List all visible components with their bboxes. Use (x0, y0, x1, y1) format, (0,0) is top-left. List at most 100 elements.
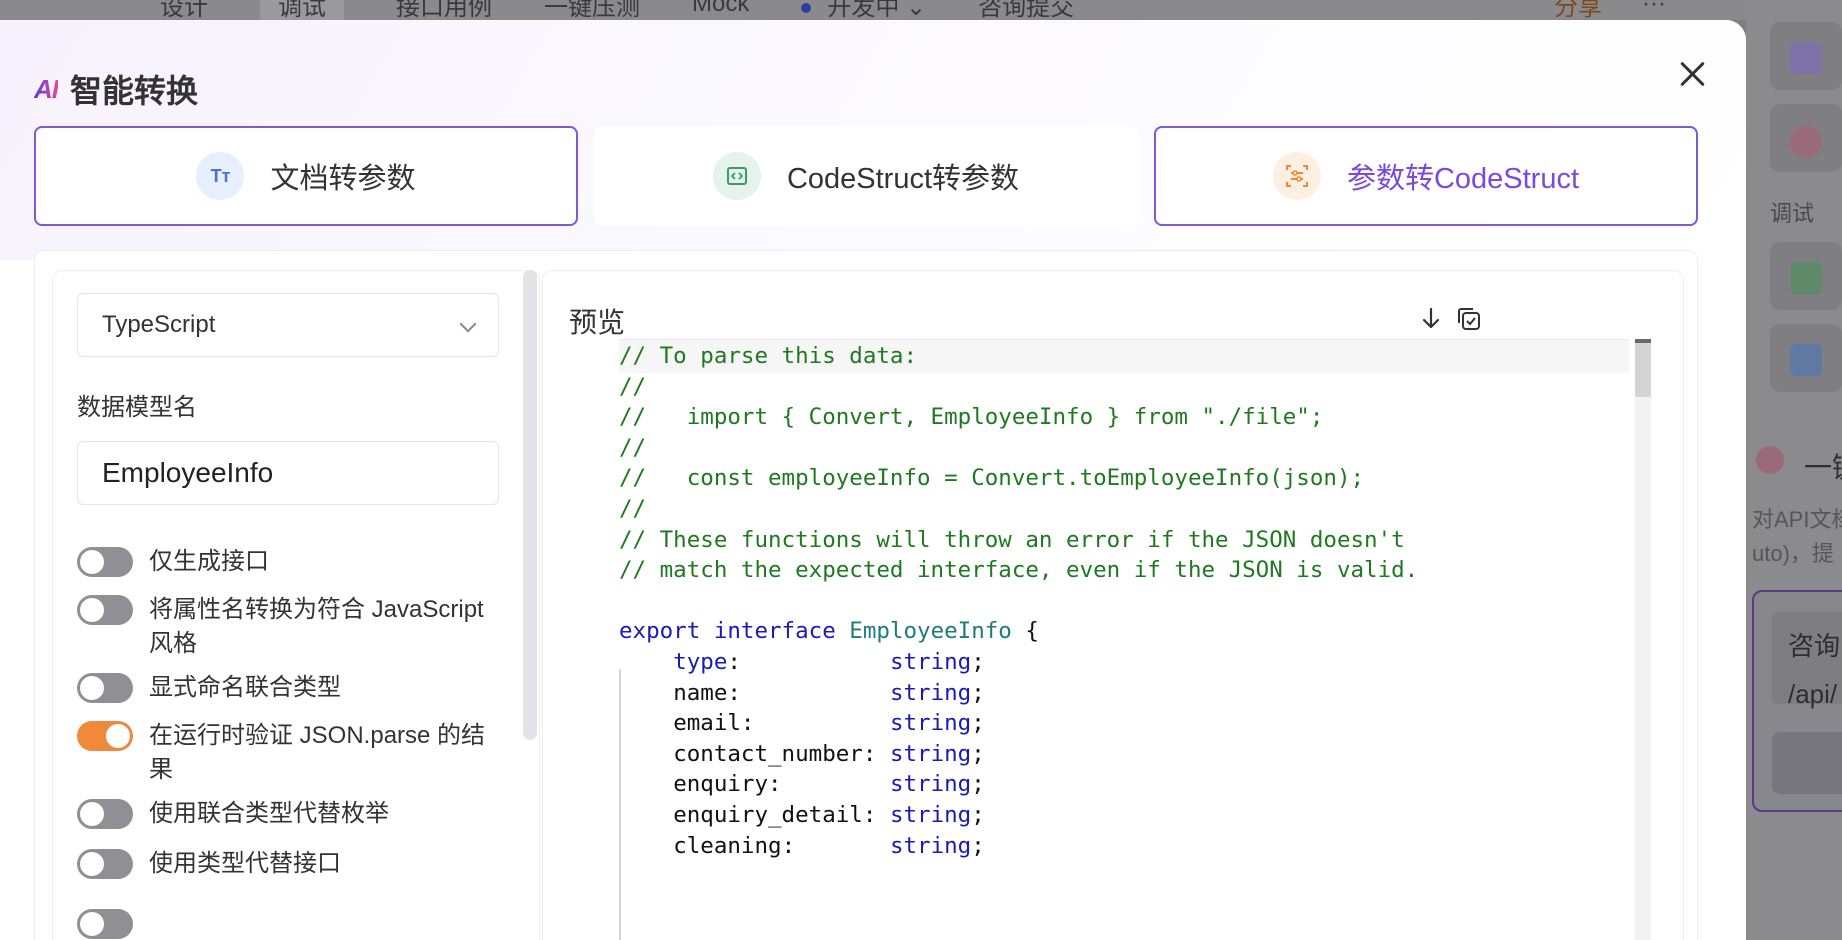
code-comment-line: // (619, 434, 647, 461)
toggle-types-not-interfaces[interactable] (77, 849, 133, 879)
struct-icon (1272, 152, 1321, 200)
switch-label: 使用类型代替接口 (149, 850, 341, 877)
code-field-line: enquiry: string; (673, 771, 985, 798)
code-field-line: name: string; (673, 679, 985, 706)
code-keyword: export (619, 618, 701, 645)
toggle-named-unions[interactable] (77, 673, 133, 703)
tab-label: 文档转参数 (270, 163, 416, 195)
code-brace: { (1011, 618, 1039, 645)
switch-row-union-enums: 使用联合类型代替枚举 (77, 797, 501, 831)
tab-codestruct-to-params[interactable]: CodeStruct转参数 (594, 126, 1138, 226)
toggle-runtime-validate[interactable] (77, 721, 133, 751)
options-scrollbar[interactable] (523, 270, 537, 740)
toggle-js-naming[interactable] (77, 595, 133, 625)
code-comment-line: // (619, 495, 647, 522)
code-field-name: name (673, 679, 728, 706)
code-field-type: string (889, 648, 972, 675)
code-field-name: enquiry_detail (673, 801, 863, 828)
switch-label: 仅生成接口 (149, 548, 269, 575)
tab-label: 参数转CodeStruct (1346, 163, 1580, 195)
code-field-name: cleaning (673, 832, 782, 859)
code-field-line: contact_number: string; (673, 740, 985, 767)
ai-logo-icon: AI (34, 73, 59, 104)
copy-icon[interactable] (1453, 303, 1485, 335)
bg-section-title: 一键 (1804, 452, 1842, 483)
code-comment-line: // These functions will throw an error i… (619, 526, 1405, 553)
code-field-type: string (889, 801, 972, 828)
switch-row-partial (77, 907, 149, 939)
bg-target-icon (1790, 126, 1822, 158)
smart-convert-modal: AI 智能转换 Tт 文档转参数 CodeStruct转参数 参数转CodeSt… (0, 20, 1746, 940)
background-tabs: 设计 调试 接口用例 一键压测 Mock 开发中 ⌄ 咨询提交 (0, 0, 1126, 22)
code-scrollbar-thumb[interactable] (1635, 339, 1651, 397)
code-fields: type: string; name: string; email: strin… (619, 649, 985, 859)
modal-title: AI 智能转换 (34, 66, 198, 112)
switch-label: 使用联合类型代替枚举 (149, 800, 389, 827)
switch-row-interface-only: 仅生成接口 (77, 545, 501, 579)
code-keyword: interface (713, 618, 836, 645)
code-comment-line: // import { Convert, EmployeeInfo } from… (619, 404, 1324, 431)
code-comment-line: // match the expected interface, even if… (619, 557, 1419, 584)
tab-params-to-codestruct[interactable]: 参数转CodeStruct (1154, 126, 1698, 226)
code-field-line: email: string; (673, 710, 985, 737)
code-field-type: string (889, 710, 972, 737)
bg-api-title: 咨询提交 (978, 0, 1075, 21)
code-comment-line: // const employeeInfo = Convert.toEmploy… (619, 465, 1365, 492)
modal-title-text: 智能转换 (70, 73, 199, 109)
bg-share: 分享 ··· (1514, 0, 1666, 21)
code-preview[interactable]: // To parse this data: // // import { Co… (619, 339, 1679, 940)
options-panel: TypeScript 数据模型名 仅生成接口 将属性名转换为符合 JavaScr… (52, 270, 540, 940)
tab-label: CodeStruct转参数 (786, 163, 1020, 195)
bg-card-line-2: /api/ (1788, 679, 1838, 709)
status-dot-icon (801, 3, 812, 14)
toggle-partial[interactable] (77, 909, 133, 939)
language-value: TypeScript (102, 311, 216, 338)
code-field-line: enquiry_detail: string; (673, 801, 985, 828)
chevron-down-icon (459, 315, 477, 333)
bg-status: 开发中 ⌄ (801, 0, 926, 22)
code-field-name: type (673, 648, 728, 675)
toggle-interface-only[interactable] (77, 547, 133, 577)
bg-card-button (1772, 732, 1842, 794)
bg-card-content: 咨询 /api/ (1772, 612, 1842, 709)
preview-title: 预览 (569, 307, 626, 338)
code-icon (712, 152, 761, 200)
switch-label: 在运行时验证 JSON.parse 的结果 (149, 722, 486, 783)
switch-row-runtime-validate: 在运行时验证 JSON.parse 的结果 (77, 719, 501, 787)
bg-tab-debug: 调试 (260, 0, 344, 22)
bg-text-1: 对API文档 (1752, 507, 1842, 532)
bg-doc-icon (1790, 344, 1822, 376)
bg-share-label: 分享 (1554, 0, 1603, 21)
close-icon[interactable] (1674, 56, 1710, 92)
switch-row-js-naming: 将属性名转换为符合 JavaScript 风格 (77, 593, 501, 661)
language-select[interactable]: TypeScript (77, 293, 499, 357)
bg-tab-design: 设计 (160, 0, 208, 21)
text-format-icon: Tт (196, 152, 245, 200)
code-field-type: string (889, 832, 972, 859)
model-name-label: 数据模型名 (77, 394, 197, 421)
code-scrollbar-track[interactable] (1635, 339, 1651, 940)
bg-tab-mock: Mock (692, 0, 750, 17)
tab-doc-to-params[interactable]: Tт 文档转参数 (34, 126, 578, 226)
code-field-name: email (673, 710, 741, 737)
code-block: // To parse this data: // // import { Co… (619, 341, 1418, 861)
switch-label: 将属性名转换为符合 JavaScript 风格 (149, 596, 484, 657)
bg-text-2: uto)，提 (1752, 541, 1834, 566)
bg-target-icon-2 (1756, 446, 1784, 474)
code-field-type: string (889, 771, 972, 798)
bg-edit-icon (1790, 42, 1822, 74)
code-comment-line: // (619, 373, 647, 400)
bg-tab-stress: 一键压测 (544, 0, 640, 21)
download-icon[interactable] (1415, 303, 1447, 335)
code-field-name: enquiry (673, 771, 769, 798)
model-name-input[interactable] (77, 441, 499, 505)
code-field-line: cleaning: string; (673, 832, 985, 859)
code-type-name: EmployeeInfo (849, 618, 1012, 645)
switch-row-types-not-interfaces: 使用类型代替接口 (77, 847, 501, 881)
code-field-type: string (889, 679, 972, 706)
toggle-union-enums[interactable] (77, 799, 133, 829)
more-icon: ··· (1642, 0, 1666, 17)
switch-label: 显式命名联合类型 (149, 674, 341, 701)
bg-card-line-1: 咨询 (1788, 631, 1841, 661)
bg-api-card: 咨询 /api/ (1752, 590, 1842, 812)
